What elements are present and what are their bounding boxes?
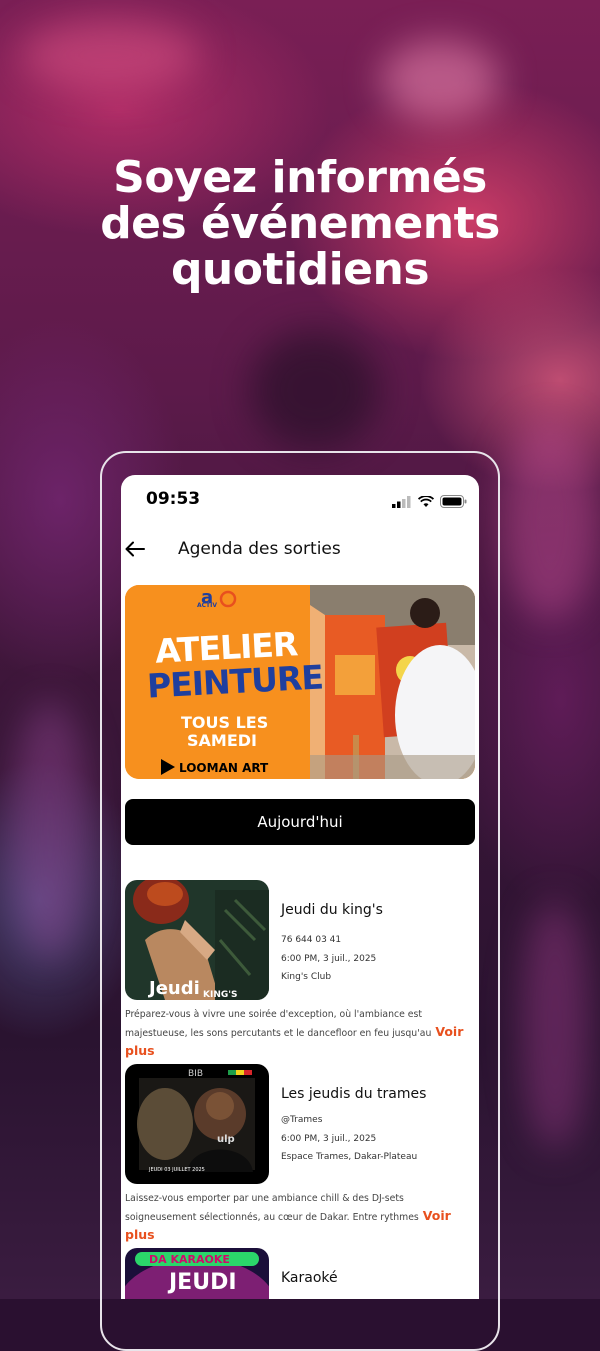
event-description-text: Laissez-vous emporter par une ambiance c… [125,1193,419,1223]
thumb-title: JEUDI [169,1270,237,1295]
svg-text:ulp: ulp [217,1134,235,1145]
event-venue: Espace Trames, Dakar-Plateau [281,1152,418,1162]
today-filter-button[interactable]: Aujourd'hui [125,799,475,845]
phone-screen: 09:53 Agenda des sorties a ACTIV ATELIER… [121,475,479,1299]
page-title: Agenda des sorties [178,539,341,559]
event-thumbnail[interactable]: Jeudi KING'S [125,880,269,1000]
event-title[interactable]: Les jeudis du trames [281,1086,426,1102]
battery-icon [440,493,467,512]
event-phone: 76 644 03 41 [281,935,342,945]
headline-line-2: des événements [100,198,500,249]
promo-banner[interactable]: a ACTIV ATELIER PEINTURE TOUS LES SAMEDI… [125,585,475,779]
thumb-top-label: BIB [188,1069,204,1079]
headline-line-3: quotidiens [170,244,430,295]
event-thumbnail[interactable]: DA KARAOKE JEUDI [125,1248,269,1299]
app-bar: Agenda des sorties [121,533,479,573]
event-handle: @Trames [281,1115,323,1125]
thumb-title: Jeudi [149,978,200,999]
event-description: Préparez-vous à vivre une soirée d'excep… [125,1006,475,1061]
event-datetime: 6:00 PM, 3 juil., 2025 [281,1134,377,1144]
event-thumbnail[interactable]: ulp BIB JEUDI 03 JUILLET 2025 [125,1064,269,1184]
headline: Soyez informés des événements quotidiens [0,155,600,293]
status-time: 09:53 [146,489,201,509]
thumb-date-label: JEUDI 03 JUILLET 2025 [149,1167,205,1173]
event-description-text: Préparez-vous à vivre une soirée d'excep… [125,1009,432,1039]
banner-subtitle-1: TOUS LES [181,713,269,732]
banner-subtitle-2: SAMEDI [187,731,257,750]
event-venue: King's Club [281,972,332,982]
signal-icon [392,493,412,512]
play-icon [161,759,175,779]
banner-brand: LOOMAN ART [179,761,269,775]
event-title[interactable]: Karaoké [281,1270,338,1286]
event-datetime: 6:00 PM, 3 juil., 2025 [281,954,377,964]
thumb-top-label: DA KARAOKE [149,1253,230,1266]
wifi-icon [417,493,435,512]
back-arrow-icon[interactable] [123,537,147,561]
thumb-subtitle: KING'S [203,990,238,1000]
banner-logo-text: ACTIV [197,602,218,609]
status-bar: 09:53 [121,475,479,523]
event-description: Laissez-vous emporter par une ambiance c… [125,1190,475,1245]
event-title[interactable]: Jeudi du king's [281,902,383,918]
headline-line-1: Soyez informés [113,152,487,203]
